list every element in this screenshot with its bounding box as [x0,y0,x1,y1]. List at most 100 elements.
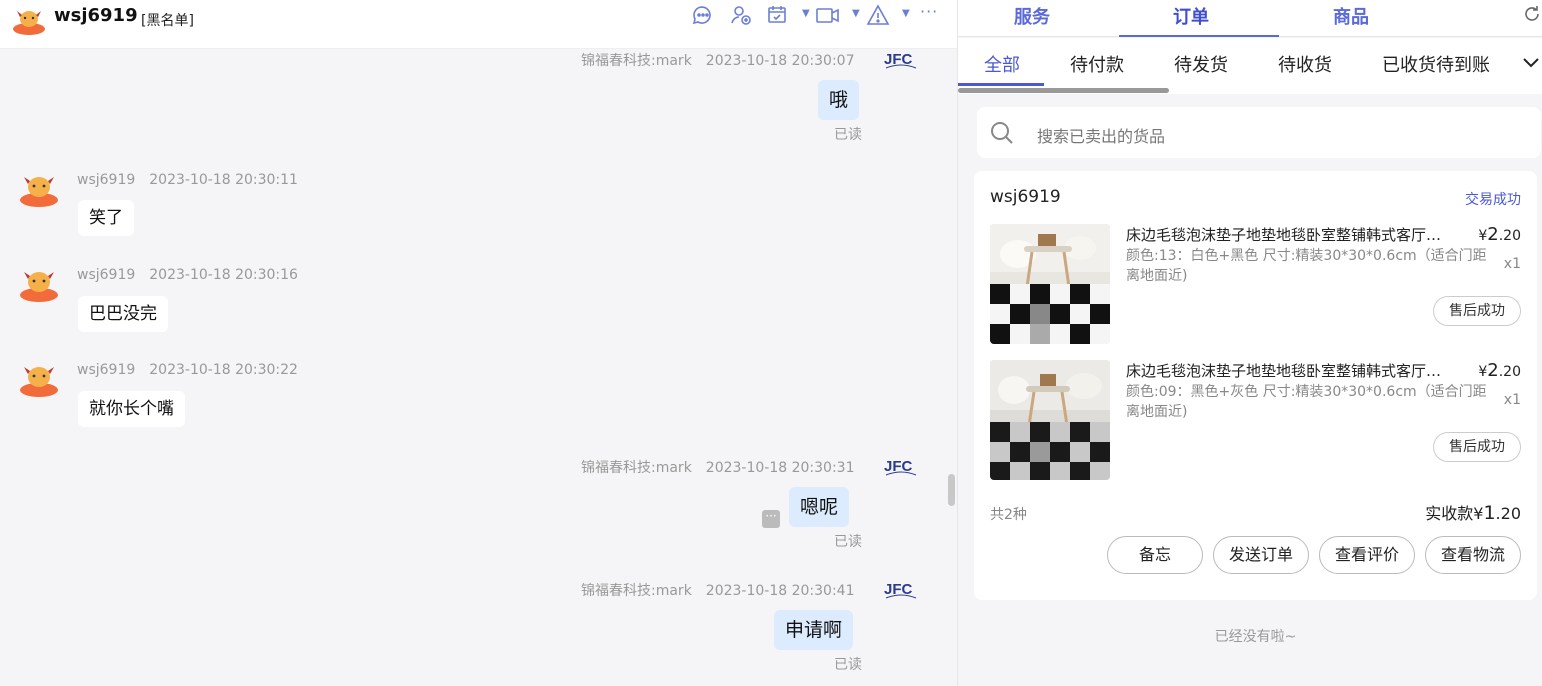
search-icon [991,122,1013,144]
message-time: 2023-10-18 20:30:07 [705,53,855,69]
warning-icon[interactable] [866,3,890,27]
subtab-underline [958,83,1044,86]
order-status-tabs: 全部 待付款 待发货 待收货 已收货待到账 [958,38,1542,94]
price-decimal: .20 [1498,364,1521,380]
shop-logo-icon[interactable]: JFC [882,576,920,606]
message-meta: wsj6919 2023-10-18 20:30:16 [77,267,298,283]
order-item[interactable]: 床边毛毯泡沫垫子地垫地毯卧室整铺韩式客厅… 颜色:09：黑色+灰色 尺寸:精装3… [990,360,1521,481]
message-bubble[interactable]: 嗯呢 [789,487,850,527]
message-meta: 锦福春科技:mark 2023-10-18 20:30:07 [581,50,855,70]
price-decimal: .20 [1498,228,1521,244]
message-time: 2023-10-18 20:30:41 [705,583,855,599]
chevron-down-icon[interactable] [1522,55,1540,69]
total-decimal: .20 [1495,504,1521,523]
view-review-button[interactable]: 查看评价 [1319,536,1415,574]
message-more-icon[interactable]: ··· [762,510,780,528]
total-currency: ¥ [1473,504,1484,523]
sender-name: 锦福春科技:mark [581,583,692,599]
message-bubble[interactable]: 巴巴没完 [78,296,168,332]
sender-name: 锦福春科技:mark [581,460,692,476]
quick-reply-icon[interactable] [690,3,714,27]
product-spec: 颜色:09：黑色+灰色 尺寸:精装30*30*0.6cm（适合门距离地面近) [1126,384,1487,420]
top-tab-bar: 服务 订单 商品 [958,0,1542,37]
message-bubble[interactable]: 就你长个嘴 [78,391,185,427]
subtab-all[interactable]: 全部 [984,51,1020,77]
contact-name: wsj6919 [54,5,138,26]
message-time: 2023-10-18 20:30:22 [149,362,298,378]
more-icon[interactable]: ··· [920,2,938,26]
subtab-pending-shipment[interactable]: 待发货 [1174,51,1228,77]
add-contact-icon[interactable] [729,3,753,27]
chat-scrollbar[interactable] [948,474,955,506]
message-time: 2023-10-18 20:30:11 [149,172,298,188]
tab-service[interactable]: 服务 [1014,3,1050,29]
product-title[interactable]: 床边毛毯泡沫垫子地垫地毯卧室整铺韩式客厅… [1126,360,1446,381]
price-currency: ¥ [1478,364,1488,380]
after-sale-button[interactable]: 售后成功 [1433,432,1521,462]
cow-avatar-icon[interactable] [18,359,60,397]
message-bubble[interactable]: 哦 [818,80,860,120]
message-meta: 锦福春科技:mark 2023-10-18 20:30:41 [581,580,855,600]
item-count: 共2种 [990,507,1027,523]
price-integer: 2 [1487,224,1499,245]
blacklist-tag: [黑名单] [141,13,194,29]
read-status: 已读 [834,657,862,673]
send-order-button[interactable]: 发送订单 [1213,536,1309,574]
cow-avatar-icon[interactable] [12,5,46,35]
tab-orders[interactable]: 订单 [1173,3,1209,29]
cow-avatar-icon[interactable] [18,264,60,302]
message-time: 2023-10-18 20:30:16 [149,267,298,283]
buyer-name: wsj6919 [990,187,1061,207]
price-currency: ¥ [1478,228,1488,244]
subtab-pending-payment[interactable]: 待付款 [1070,51,1124,77]
product-image[interactable] [990,360,1110,480]
product-title[interactable]: 床边毛毯泡沫垫子地垫地毯卧室整铺韩式客厅… [1126,224,1446,245]
message-meta: wsj6919 2023-10-18 20:30:22 [77,362,298,378]
search-input[interactable]: 搜索已卖出的货品 [1037,123,1165,147]
video-dropdown-caret[interactable]: ▼ [852,8,860,19]
subtab-received-pending-funds[interactable]: 已收货待到账 [1382,51,1490,77]
product-quantity: x1 [1503,256,1521,272]
message-meta: 锦福春科技:mark 2023-10-18 20:30:31 [581,457,855,477]
chat-header: wsj6919 [黑名单] ▼ ▼ ▼ ··· [0,0,957,49]
total-label: 实收款 [1425,504,1474,523]
total-integer: 1 [1483,502,1496,524]
order-search[interactable]: 搜索已卖出的货品 [977,107,1541,158]
order-item[interactable]: 床边毛毯泡沫垫子地垫地毯卧室整铺韩式客厅… 颜色:13：白色+黑色 尺寸:精装3… [990,224,1521,345]
product-image[interactable] [990,224,1110,344]
active-tab-indicator [1119,35,1279,37]
product-spec: 颜色:13：白色+黑色 尺寸:精装30*30*0.6cm（适合门距离地面近) [1126,248,1487,284]
warning-dropdown-caret[interactable]: ▼ [902,8,910,19]
sender-name: wsj6919 [77,362,136,378]
sender-name: wsj6919 [77,172,136,188]
memo-button[interactable]: 备忘 [1107,536,1203,574]
order-side-panel: 服务 订单 商品 全部 待付款 待发货 待收货 已收货待到账 搜索已卖出的货品 … [957,0,1542,686]
after-sale-button[interactable]: 售后成功 [1433,296,1521,326]
order-total: 实收款¥1.20 [1425,500,1521,524]
product-price: ¥2.20 [1478,360,1521,381]
shop-logo-icon[interactable]: JFC [882,453,920,483]
message-bubble[interactable]: 申请啊 [774,610,854,650]
view-logistics-button[interactable]: 查看物流 [1425,536,1521,574]
subtab-scrollbar[interactable] [958,88,1169,93]
price-integer: 2 [1487,360,1499,381]
end-of-list-text: 已经没有啦~ [1214,629,1297,645]
task-dropdown-caret[interactable]: ▼ [802,8,810,19]
refresh-icon[interactable] [1522,4,1542,24]
sender-name: 锦福春科技:mark [581,53,692,69]
order-card: wsj6919 交易成功 床边毛毯泡沫垫子地垫地毯卧室整铺韩式客厅… 颜色:13… [974,171,1537,600]
video-icon[interactable] [815,3,841,27]
tab-products[interactable]: 商品 [1333,3,1369,29]
sender-name: wsj6919 [77,267,136,283]
message-bubble[interactable]: 笑了 [78,200,134,236]
task-icon[interactable] [766,3,790,27]
product-price: ¥2.20 [1478,224,1521,245]
read-status: 已读 [834,534,862,550]
product-quantity: x1 [1503,392,1521,408]
shop-logo-icon[interactable]: JFC [882,46,920,76]
chat-panel: wsj6919 [黑名单] ▼ ▼ ▼ ··· 锦福春科技:mark 2023-1… [0,0,957,686]
order-status[interactable]: 交易成功 [1465,189,1521,209]
cow-avatar-icon[interactable] [18,169,60,207]
subtab-pending-receipt[interactable]: 待收货 [1278,51,1332,77]
message-time: 2023-10-18 20:30:31 [705,460,855,476]
